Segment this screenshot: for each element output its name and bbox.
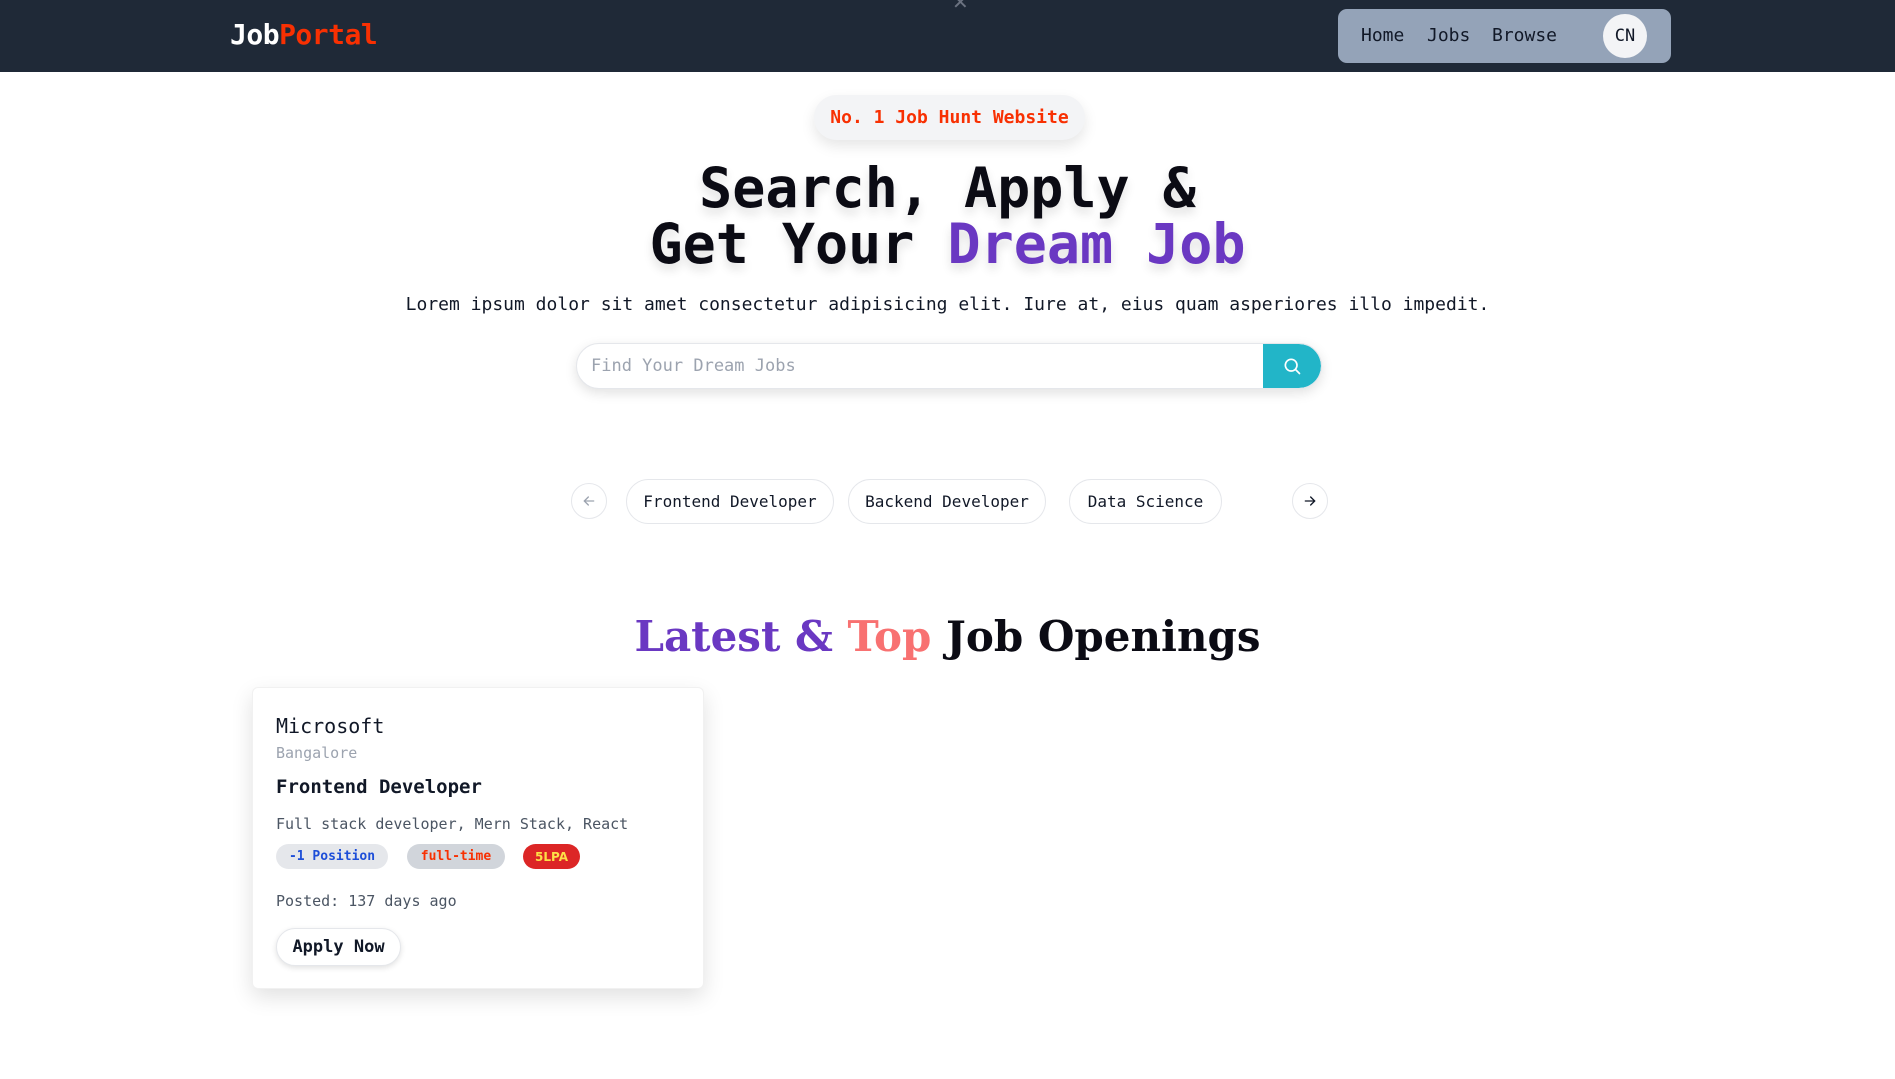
apply-now-button[interactable]: Apply Now [276, 928, 401, 966]
salary-badge: 5LPA [523, 844, 580, 869]
category-chip-data-science[interactable]: Data Science [1069, 479, 1222, 524]
nav-link-browse[interactable]: Browse [1492, 25, 1557, 46]
job-type-badge: full-time [407, 844, 505, 869]
posted-date: Posted: 137 days ago [276, 892, 457, 910]
job-location: Bangalore [276, 744, 358, 762]
avatar[interactable]: CN [1603, 14, 1647, 58]
close-icon[interactable]: ✕ [952, 0, 969, 14]
positions-badge: -1 Position [276, 844, 388, 869]
section-title-rest: Job Openings [931, 612, 1261, 661]
carousel-next-button[interactable] [1292, 483, 1328, 519]
job-description: Full stack developer, Mern Stack, React [276, 815, 629, 833]
logo-main: Job [230, 18, 280, 51]
navbar: JobPortal Home Jobs Browse CN [0, 0, 1895, 72]
nav-link-home[interactable]: Home [1361, 25, 1404, 46]
arrow-left-icon [583, 496, 595, 506]
job-company: Microsoft [276, 714, 385, 738]
search-icon [1284, 358, 1301, 375]
section-title: Latest & Top Job Openings [0, 612, 1895, 661]
job-card[interactable]: Microsoft Bangalore Frontend Developer F… [252, 687, 704, 989]
hero-title: Search, Apply & Get Your Dream Job [0, 160, 1895, 272]
search-bar [576, 343, 1322, 389]
search-input[interactable] [577, 344, 1265, 388]
hero-tagline: No. 1 Job Hunt Website [814, 95, 1085, 140]
section-title-latest: Latest & [634, 612, 848, 661]
section-title-top: Top [847, 612, 932, 661]
job-title: Frontend Developer [276, 776, 482, 798]
hero-title-line2-prefix: Get Your [649, 212, 948, 276]
carousel-prev-button[interactable] [571, 483, 607, 519]
search-button[interactable] [1263, 344, 1321, 388]
logo[interactable]: JobPortal [230, 18, 378, 51]
category-chip-frontend-developer[interactable]: Frontend Developer [626, 479, 834, 524]
hero-title-line1: Search, Apply & [699, 156, 1196, 220]
hero-title-highlight: Dream Job [947, 212, 1246, 276]
category-chip-backend-developer[interactable]: Backend Developer [848, 479, 1046, 524]
nav-link-jobs[interactable]: Jobs [1427, 25, 1470, 46]
logo-accent: Portal [279, 18, 378, 51]
hero-subtitle: Lorem ipsum dolor sit amet consectetur a… [405, 294, 1490, 315]
arrow-right-icon [1304, 496, 1316, 506]
